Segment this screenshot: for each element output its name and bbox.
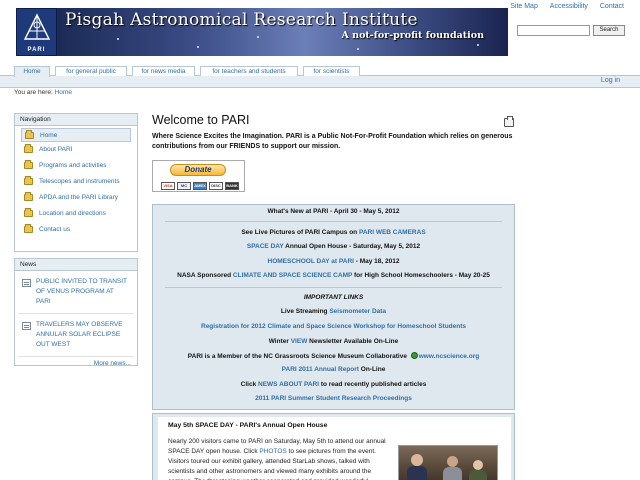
navigation-title: Navigation	[15, 114, 137, 126]
nav-item-programs[interactable]: Programs and activities	[21, 158, 131, 174]
top-links: Site Map Accessibility Contact	[500, 3, 624, 10]
whats-new-line: Live Streaming Seismometer Data	[280, 308, 387, 315]
contact-link[interactable]: Contact	[600, 3, 624, 10]
whats-new-line: HOMESCHOOL DAY at PARI - May 18, 2012	[267, 258, 400, 265]
globe-icon	[410, 352, 418, 359]
folder-icon	[24, 160, 33, 169]
news-icon	[22, 279, 31, 287]
whats-new-line: Winter VIEW Newsletter Available On-Line	[268, 338, 399, 345]
photos-link[interactable]: PHOTOS	[259, 448, 286, 455]
print-icon[interactable]	[504, 116, 514, 127]
card-icon: MC	[177, 182, 191, 190]
site-banner: Pisgah Astronomical Research Institute A…	[57, 8, 508, 56]
ncscience-link[interactable]: www.ncscience.org	[419, 353, 479, 360]
registration-link[interactable]: Registration for 2012 Climate and Space …	[201, 323, 466, 330]
space-day-link[interactable]: SPACE DAY	[247, 243, 284, 250]
donate-box: Donate VISA MC AMEX DISC BANK	[152, 160, 245, 192]
whats-new-line: PARI 2011 Annual Report On-Line	[281, 366, 386, 373]
tab-general-public[interactable]: for general public	[55, 66, 127, 76]
article-panel: May 5th SPACE DAY - PARI's Annual Open H…	[158, 417, 511, 480]
breadcrumb: You are here: Home	[14, 89, 72, 96]
folder-icon	[24, 208, 33, 217]
news-title: News	[15, 259, 137, 271]
article-heading: May 5th SPACE DAY - PARI's Annual Open H…	[168, 422, 328, 429]
card-icon: VISA	[161, 182, 175, 190]
tab-news-media[interactable]: for news media	[132, 66, 195, 76]
tab-bar	[0, 75, 640, 88]
article-body: Nearly 200 visitors came to PARI on Satu…	[168, 438, 386, 480]
whats-new-line: 2011 PARI Summer Student Research Procee…	[153, 395, 514, 402]
divider	[165, 287, 502, 288]
nav-item-contact[interactable]: Contact us	[21, 222, 131, 238]
donate-button[interactable]: Donate	[170, 164, 226, 176]
news-item[interactable]: Public invited to transit of Venus progr…	[18, 271, 134, 314]
nav-item-location[interactable]: Location and directions	[21, 206, 131, 222]
navigation-portlet: Navigation Home About PARI Programs and …	[14, 113, 138, 252]
accessibility-link[interactable]: Accessibility	[550, 3, 588, 10]
whats-new-line: See Live Pictures of PARI Campus on PARI…	[241, 229, 426, 236]
news-about-pari-link[interactable]: NEWS ABOUT PARI	[258, 381, 319, 388]
folder-icon	[25, 130, 34, 139]
whats-new-box: What's New at PARI - April 30 - May 5, 2…	[152, 204, 515, 410]
nav-item-home[interactable]: Home	[21, 128, 131, 142]
breadcrumb-home-link[interactable]: Home	[55, 89, 72, 96]
folder-icon	[24, 176, 33, 185]
whats-new-heading: What's New at PARI - April 30 - May 5, 2…	[267, 208, 400, 215]
intro-text: Where Science Excites the Imagination. P…	[152, 133, 513, 150]
whats-new-line: Click NEWS ABOUT PARI to read recently p…	[240, 381, 427, 388]
search-button[interactable]: Search	[593, 25, 625, 36]
whats-new-line: Registration for 2012 Climate and Space …	[153, 323, 514, 330]
whats-new-line: NASA Sponsored CLIMATE AND SPACE SCIENCE…	[177, 272, 490, 279]
article-box: May 5th SPACE DAY - PARI's Annual Open H…	[152, 413, 515, 480]
card-icon: AMEX	[193, 182, 207, 190]
site-tagline: A not-for-profit foundation	[341, 30, 485, 41]
view-newsletter-link[interactable]: VIEW	[291, 338, 308, 345]
search-input[interactable]	[517, 25, 590, 36]
annual-report-link[interactable]: PARI 2011 Annual Report	[282, 366, 359, 373]
nav-item-about[interactable]: About PARI	[21, 142, 131, 158]
tab-teachers-students[interactable]: for teachers and students	[200, 66, 298, 76]
observatory-icon	[23, 13, 51, 40]
tab-home[interactable]: Home	[14, 66, 50, 77]
card-icon: DISC	[209, 182, 223, 190]
important-links-heading: IMPORTANT LINKS	[303, 294, 364, 301]
web-cameras-link[interactable]: PARI WEB CAMERAS	[359, 229, 426, 236]
divider	[165, 221, 502, 222]
news-icon	[22, 322, 31, 330]
whats-new-line: SPACE DAY Annual Open House - Saturday, …	[246, 243, 421, 250]
folder-icon	[24, 144, 33, 153]
page-title: Welcome to PARI	[152, 113, 250, 127]
site-title: Pisgah Astronomical Research Institute	[65, 10, 418, 30]
tab-scientists[interactable]: for scientists	[303, 66, 360, 76]
space-day-photo[interactable]	[398, 445, 498, 480]
seismometer-link[interactable]: Seismometer Data	[329, 308, 386, 315]
news-item[interactable]: Travelers may observe annular solar ecli…	[18, 314, 134, 357]
proceedings-link[interactable]: 2011 PARI Summer Student Research Procee…	[255, 395, 412, 402]
site-map-link[interactable]: Site Map	[510, 3, 538, 10]
climate-camp-link[interactable]: CLIMATE AND SPACE SCIENCE CAMP	[233, 272, 352, 279]
news-portlet: News Public invited to transit of Venus …	[14, 258, 138, 367]
folder-icon	[24, 224, 33, 233]
more-news-link[interactable]: More news...	[15, 357, 137, 370]
logo-text: PARI	[27, 47, 46, 53]
whats-new-line: PARI is a Member of the NC Grassroots Sc…	[187, 352, 480, 360]
card-icon: BANK	[225, 182, 239, 190]
breadcrumb-label: You are here:	[14, 89, 53, 96]
login-link[interactable]: Log in	[601, 77, 620, 84]
nav-item-telescopes[interactable]: Telescopes and instruments	[21, 174, 131, 190]
pari-logo[interactable]: PARI	[16, 8, 57, 56]
folder-icon	[24, 192, 33, 201]
nav-item-apda[interactable]: APDA and the PARI Library	[21, 190, 131, 206]
homeschool-day-link[interactable]: HOMESCHOOL DAY at PARI	[268, 258, 354, 265]
